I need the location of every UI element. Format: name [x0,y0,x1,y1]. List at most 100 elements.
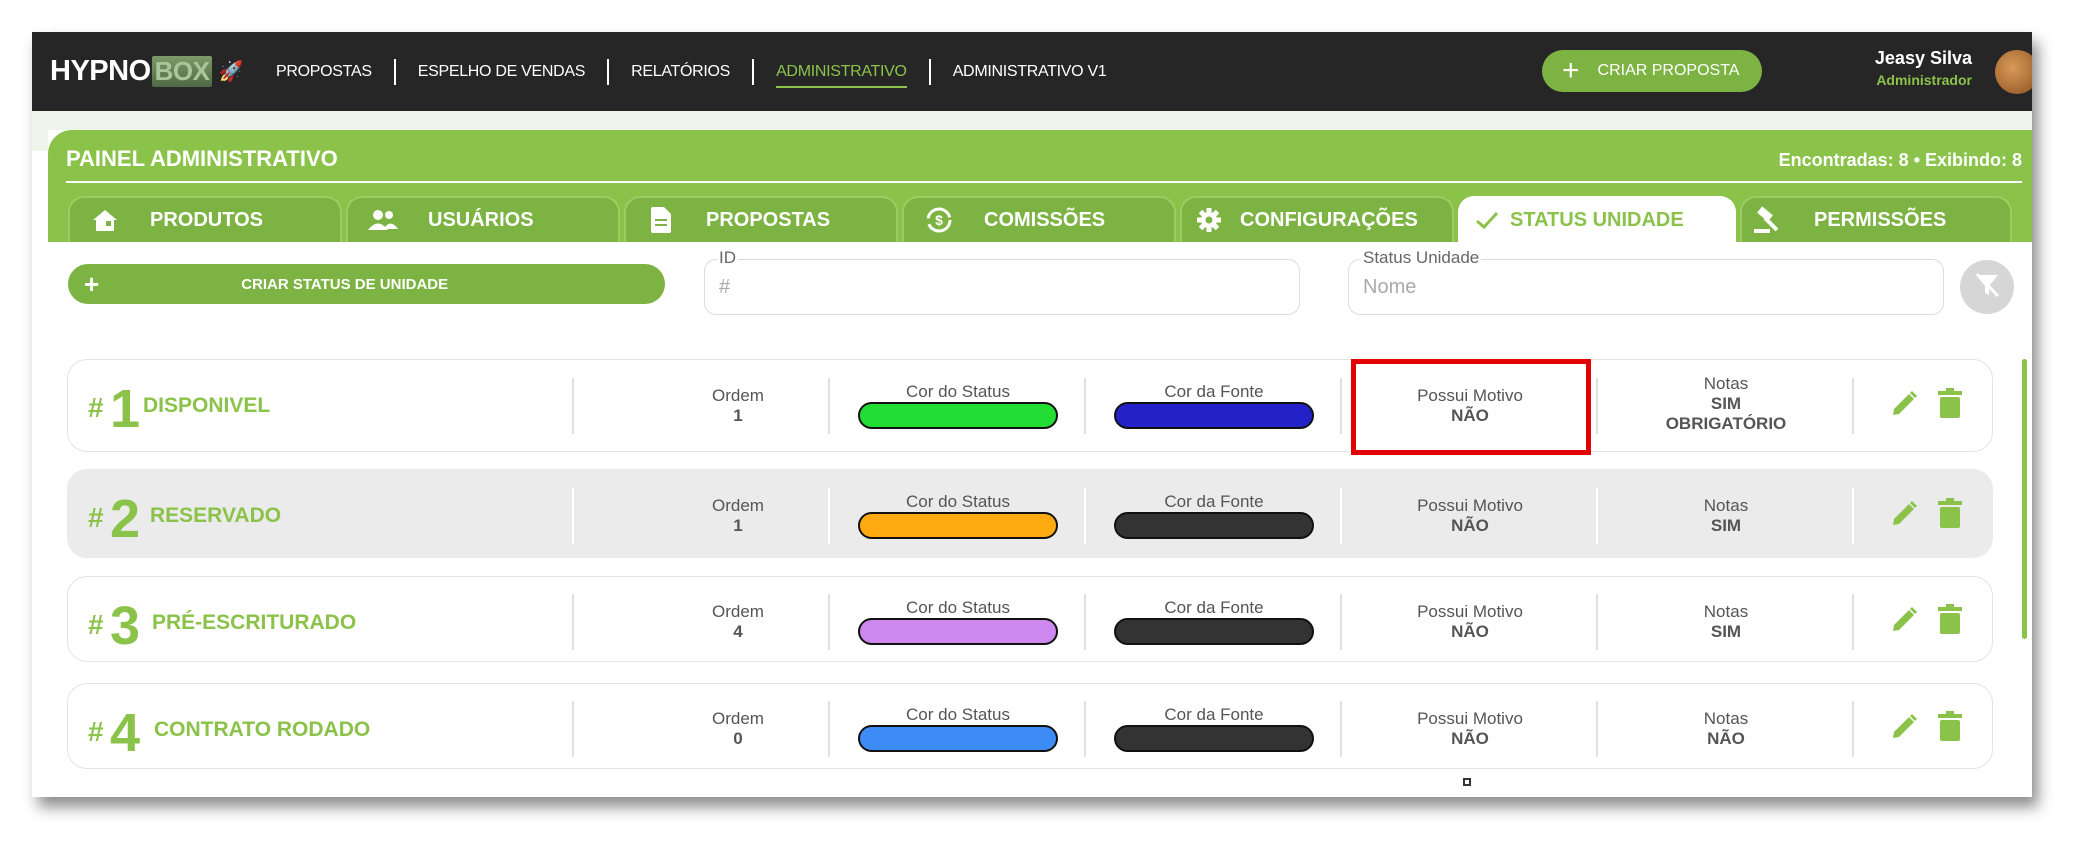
ordem-value: 1 [733,406,743,425]
notas-label: Notas [1703,602,1749,621]
trash-icon [1938,604,1962,634]
row-id: 4 [110,703,141,763]
user-role: Administrador [1876,72,1972,88]
tab-permissoes[interactable]: PERMISSÕES [1740,196,2012,242]
tab-label: PERMISSÕES [1814,208,1947,231]
tab-produtos[interactable]: PRODUTOS [68,196,342,242]
tab-label: USUÁRIOS [428,208,534,231]
id-input[interactable]: # [719,276,730,299]
font-color-swatch [1114,512,1314,539]
font-color-label: Cor da Fonte [1164,492,1264,511]
pencil-icon [1893,391,1917,415]
divider [1340,488,1342,544]
nav-relatorios[interactable]: RELATÓRIOS [609,59,755,85]
gear-icon [1192,207,1226,233]
ordem-cell: Ordem 0 [668,709,808,749]
ordem-value: 4 [733,622,743,641]
user-name: Jeasy Silva [1874,48,1972,68]
tab-usuarios[interactable]: USUÁRIOS [346,196,620,242]
font-color-swatch [1114,725,1314,752]
tab-configuracoes[interactable]: CONFIGURAÇÕES [1180,196,1454,242]
tab-propostas[interactable]: PROPOSTAS [624,196,898,242]
resize-handle[interactable] [1463,778,1471,786]
ordem-value: 1 [733,516,743,535]
tab-label: STATUS UNIDADE [1510,208,1684,231]
edit-button[interactable] [1890,500,1918,528]
notas-label: Notas [1703,709,1749,728]
font-color-label: Cor da Fonte [1164,382,1264,401]
pencil-icon [1893,714,1917,738]
delete-button[interactable] [1938,498,1962,528]
create-status-button[interactable]: + CRIAR STATUS DE UNIDADE [68,264,665,304]
delete-button[interactable] [1938,388,1962,418]
divider [1084,701,1086,757]
notas-label: Notas [1703,496,1749,515]
home-icon [88,208,122,232]
notas-value: SIM [1710,622,1742,641]
users-icon [366,209,400,231]
rocket-icon: 🚀 [218,60,243,83]
ordem-cell: Ordem 1 [668,386,808,426]
ordem-label: Ordem [712,386,764,405]
ordem-cell: Ordem 1 [668,496,808,536]
font-color-label: Cor da Fonte [1164,705,1264,724]
clear-filter-button[interactable] [1960,260,2014,314]
create-proposal-button[interactable]: + CRIAR PROPOSTA [1542,50,1762,92]
scrollbar[interactable] [2022,359,2027,639]
plus-icon: + [1562,54,1580,87]
row-name: PRÉ-ESCRITURADO [152,611,357,634]
panel-header: PAINEL ADMINISTRATIVO Encontradas: 8 • E… [48,130,2032,242]
ordem-cell: Ordem 4 [668,602,808,642]
status-color-label: Cor do Status [906,705,1010,724]
tab-comissoes[interactable]: $ COMISSÕES [902,196,1176,242]
user-info[interactable]: Jeasy Silva Administrador [1875,48,1972,88]
row-name: CONTRATO RODADO [154,718,371,741]
status-unidade-field[interactable]: Status Unidade Nome [1348,248,1944,315]
nav-propostas[interactable]: PROPOSTAS [254,59,396,85]
divider [1852,488,1854,544]
notas-cell: Notas SIM [1626,602,1826,642]
motivo-cell: Possui Motivo NÃO [1370,602,1570,642]
delete-button[interactable] [1938,604,1962,634]
motivo-value: NÃO [1451,729,1489,748]
pencil-icon [1893,607,1917,631]
status-color-swatch [858,725,1058,752]
nav-administrativo[interactable]: ADMINISTRATIVO [754,59,931,88]
edit-button[interactable] [1890,606,1918,634]
divider [1852,378,1854,434]
motivo-value: NÃO [1451,622,1489,641]
motivo-cell: Possui Motivo NÃO [1370,496,1570,536]
divider [828,701,830,757]
trash-icon [1938,388,1962,418]
status-color-swatch [858,402,1058,429]
divider [1596,378,1598,434]
notas-cell: Notas SIM [1626,496,1826,536]
ordem-value: 0 [733,729,743,748]
document-icon [644,207,678,233]
page-title: PAINEL ADMINISTRATIVO [66,146,338,171]
avatar[interactable] [1995,50,2032,94]
trash-icon [1938,498,1962,528]
edit-button[interactable] [1890,713,1918,741]
divider [1084,594,1086,650]
divider [572,378,574,434]
check-icon [1470,210,1504,230]
row-id: 3 [110,596,141,656]
id-field[interactable]: ID # [704,248,1300,315]
tab-status-unidade[interactable]: STATUS UNIDADE [1458,196,1736,242]
status-input[interactable]: Nome [1363,276,1416,299]
divider [1340,701,1342,757]
divider [1084,488,1086,544]
result-count: Encontradas: 8 • Exibindo: 8 [1778,150,2022,170]
app-logo[interactable]: HYPNO BOX 🚀 [50,52,243,90]
delete-button[interactable] [1938,711,1962,741]
divider [1340,594,1342,650]
edit-button[interactable] [1890,390,1918,418]
nav-espelho-de-vendas[interactable]: ESPELHO DE VENDAS [396,59,610,85]
divider [1596,488,1598,544]
row-name: RESERVADO [150,504,282,527]
ordem-label: Ordem [712,709,764,728]
nav-administrativo-v1[interactable]: ADMINISTRATIVO V1 [931,59,1129,85]
divider [66,181,2022,183]
top-bar: HYPNO BOX 🚀 PROPOSTAS ESPELHO DE VENDAS RE… [32,32,2032,111]
